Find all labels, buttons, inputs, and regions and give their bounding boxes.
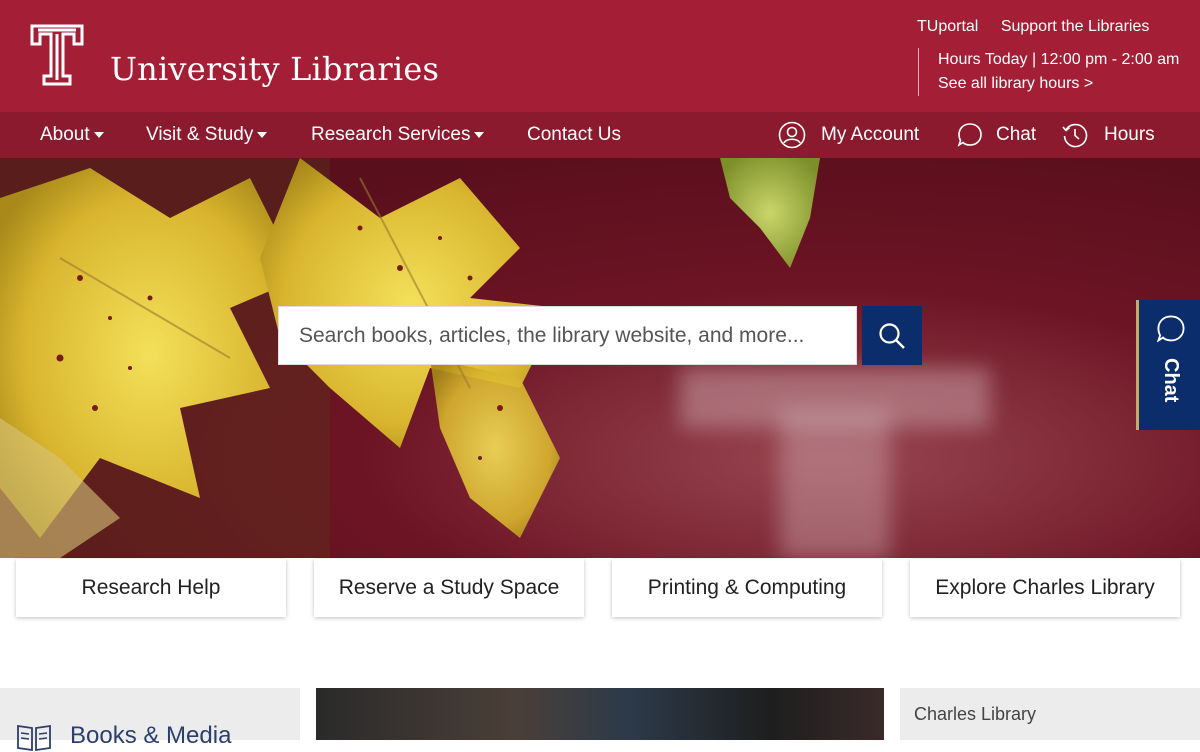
research-help-button[interactable]: Research Help	[16, 559, 286, 617]
nav-chat[interactable]: Chat	[996, 124, 1036, 146]
temple-t-logo-icon[interactable]	[30, 24, 84, 86]
books-media-heading[interactable]: Books & Media	[70, 722, 231, 750]
hours-today-block: Hours Today | 12:00 pm - 2:00 am See all…	[918, 48, 1179, 96]
support-libraries-link[interactable]: Support the Libraries	[1001, 18, 1150, 35]
nav-about[interactable]: About	[40, 124, 104, 146]
chevron-down-icon	[474, 131, 485, 138]
nav-about-label: About	[40, 124, 90, 145]
chevron-down-icon	[257, 131, 268, 138]
site-title[interactable]: University Libraries	[110, 50, 439, 88]
nav-visit-study[interactable]: Visit & Study	[146, 124, 268, 146]
nav-research-services[interactable]: Research Services	[311, 124, 485, 146]
main-nav: About Visit & Study Research Services Co…	[0, 112, 1200, 158]
nav-my-account[interactable]: My Account	[821, 124, 919, 146]
charles-library-panel: Charles Library	[900, 688, 1200, 740]
hours-today-text: Hours Today | 12:00 pm - 2:00 am	[938, 51, 1180, 68]
search-icon	[879, 322, 905, 349]
nav-hours[interactable]: Hours	[1104, 124, 1155, 146]
chat-tab-label: Chat	[1160, 358, 1182, 403]
charles-library-heading[interactable]: Charles Library	[914, 704, 1036, 725]
printing-computing-button[interactable]: Printing & Computing	[612, 559, 882, 617]
feature-photo	[316, 688, 884, 740]
chat-bubble-icon	[1156, 315, 1185, 343]
user-account-icon[interactable]	[778, 121, 806, 149]
see-all-hours-link[interactable]: See all library hours >	[938, 72, 1179, 96]
clock-icon[interactable]	[1061, 121, 1089, 149]
search-input[interactable]	[279, 307, 856, 364]
reserve-study-space-button[interactable]: Reserve a Study Space	[314, 559, 584, 617]
search-box	[278, 306, 857, 365]
search-button[interactable]	[862, 306, 922, 365]
books-media-panel: Books & Media	[0, 688, 300, 752]
chat-bubble-icon[interactable]	[956, 121, 984, 149]
chat-side-tab[interactable]: Chat	[1136, 300, 1200, 430]
site-header: University Libraries TUportal Support th…	[0, 0, 1200, 112]
nav-contact-us[interactable]: Contact Us	[527, 124, 621, 146]
open-book-icon	[17, 724, 51, 752]
chevron-down-icon	[93, 131, 104, 138]
explore-charles-library-button[interactable]: Explore Charles Library	[910, 559, 1180, 617]
nav-visit-study-label: Visit & Study	[146, 124, 254, 145]
tuportal-link[interactable]: TUportal	[917, 18, 978, 35]
utility-links: TUportal Support the Libraries	[917, 18, 1167, 36]
nav-research-services-label: Research Services	[311, 124, 471, 145]
